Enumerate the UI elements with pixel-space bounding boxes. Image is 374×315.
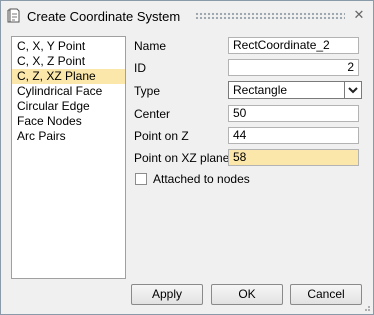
type-select[interactable]: Rectangle xyxy=(228,81,362,99)
chevron-down-icon xyxy=(348,87,358,94)
point-on-z-field[interactable]: 44 xyxy=(228,127,359,144)
cancel-button[interactable]: Cancel xyxy=(290,284,362,305)
list-item-arc-pairs[interactable]: Arc Pairs xyxy=(12,129,125,144)
apply-button[interactable]: Apply xyxy=(131,284,203,305)
method-list[interactable]: C, X, Y Point C, X, Z Point C, Z, XZ Pla… xyxy=(11,36,126,279)
center-label: Center xyxy=(134,107,171,121)
resize-grip-icon[interactable] xyxy=(361,302,371,312)
list-item-circular-edge[interactable]: Circular Edge xyxy=(12,99,125,114)
ok-button[interactable]: OK xyxy=(211,284,283,305)
list-item-face-nodes[interactable]: Face Nodes xyxy=(12,114,125,129)
attached-to-nodes-label: Attached to nodes xyxy=(153,172,250,186)
close-icon[interactable]: ✕ xyxy=(352,8,366,22)
list-item-c-x-z-point[interactable]: C, X, Z Point xyxy=(12,54,125,69)
id-field[interactable]: 2 xyxy=(228,59,359,76)
type-select-value: Rectangle xyxy=(233,83,288,97)
point-on-z-label: Point on Z xyxy=(134,129,189,143)
list-item-c-x-y-point[interactable]: C, X, Y Point xyxy=(12,39,125,54)
dropdown-button[interactable] xyxy=(344,82,361,98)
document-icon xyxy=(7,8,20,23)
attached-to-nodes-checkbox[interactable] xyxy=(135,173,147,185)
list-item-c-z-xz-plane[interactable]: C, Z, XZ Plane xyxy=(12,69,125,84)
center-field[interactable]: 50 xyxy=(228,105,359,122)
id-label: ID xyxy=(134,61,146,75)
list-item-cylindrical-face[interactable]: Cylindrical Face xyxy=(12,84,125,99)
name-label: Name xyxy=(134,39,167,53)
name-field[interactable]: RectCoordinate_2 xyxy=(228,37,359,54)
type-label: Type xyxy=(134,84,161,98)
create-coordinate-system-dialog: Create Coordinate System ✕ C, X, Y Point… xyxy=(0,0,374,315)
point-on-xz-plane-label: Point on XZ plane xyxy=(134,151,230,165)
title-drag-grip[interactable] xyxy=(195,12,345,19)
point-on-xz-plane-field[interactable]: 58 xyxy=(228,149,359,166)
dialog-title: Create Coordinate System xyxy=(27,9,181,24)
title-bar[interactable]: Create Coordinate System ✕ xyxy=(1,1,373,31)
